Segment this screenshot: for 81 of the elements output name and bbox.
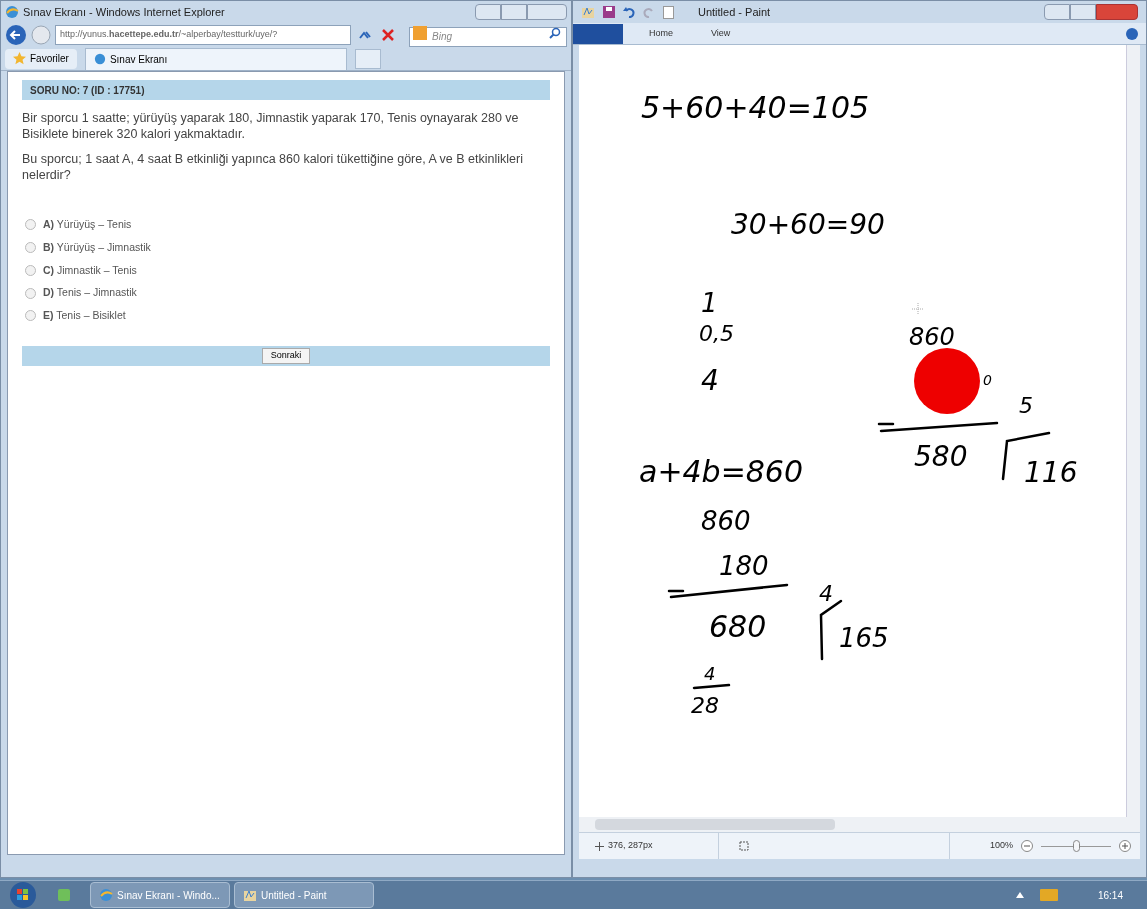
vertical-scrollbar[interactable] <box>1126 45 1140 817</box>
favorites-button[interactable]: Favoriler <box>5 48 77 69</box>
handwritten-note: a+4b=860 <box>639 457 804 487</box>
paint-logo-icon <box>581 5 595 19</box>
browser-logo-icon <box>99 888 113 902</box>
maximize-button[interactable] <box>501 4 527 20</box>
handwritten-note: 180 <box>719 553 769 579</box>
handwritten-note: 165 <box>839 625 889 651</box>
brush-blot <box>914 348 980 414</box>
browser-tab[interactable]: Sınav Ekranı <box>84 47 347 70</box>
window-title: Sınav Ekranı - Windows Internet Explorer <box>23 4 225 20</box>
option-label[interactable]: D) Tenis – Jimnastik <box>43 285 137 301</box>
address-bar[interactable]: http://yunus.hacettepe.edu.tr/~alperbay/testturk/uye/? <box>55 25 351 45</box>
option-label[interactable]: B) Yürüyüş – Jimnastik <box>43 239 151 256</box>
selection-icon <box>739 841 749 851</box>
option-label[interactable]: E) Tenis – Bisiklet <box>43 308 126 324</box>
radio-button[interactable] <box>25 264 36 276</box>
handwritten-note: 860 <box>701 508 751 534</box>
radio-button[interactable] <box>25 310 36 322</box>
minimize-button[interactable] <box>475 4 501 20</box>
browser-logo-icon <box>93 53 106 65</box>
next-button[interactable]: Sonraki <box>261 347 311 364</box>
undo-icon[interactable] <box>623 6 635 18</box>
option-label[interactable]: C) Jimnastik – Tenis <box>43 262 137 279</box>
window-title: Untitled - Paint <box>698 4 771 20</box>
minimize-button[interactable] <box>1044 4 1070 20</box>
handwritten-note: 580 <box>914 443 968 471</box>
crosshair-icon <box>595 841 604 851</box>
handwritten-note: 0,5 <box>699 323 734 345</box>
handwritten-note: 4 <box>819 583 833 605</box>
redo-icon[interactable] <box>643 6 655 18</box>
handwritten-note: 30+60=90 <box>731 211 885 239</box>
handwritten-note: 28 <box>691 695 719 717</box>
handwritten-note: 680 <box>709 612 767 642</box>
search-icon[interactable] <box>549 27 561 39</box>
new-tab-button[interactable] <box>354 48 381 69</box>
paint-menu-button[interactable] <box>573 23 623 44</box>
question-text: Bu sporcu; 1 saat A, 4 saat B etkinliği yapınca 860 kalori tükettiğine göre, A ve B etkinlikleri nelerdir? <box>22 151 524 183</box>
search-engine-icon <box>413 26 427 40</box>
search-field[interactable]: Bing <box>409 26 567 47</box>
ribbon-tab[interactable]: View <box>711 26 731 41</box>
folder-icon[interactable] <box>1039 889 1058 901</box>
caret-icon[interactable] <box>1015 892 1024 898</box>
show-desktop-icon[interactable] <box>58 889 70 901</box>
zoom-slider[interactable] <box>1041 840 1112 852</box>
radio-button[interactable] <box>25 219 36 231</box>
maximize-button[interactable] <box>1070 4 1096 20</box>
handwritten-note: 1 <box>701 290 718 316</box>
radio-button[interactable] <box>25 242 36 254</box>
option-label[interactable]: A) Yürüyüş – Tenis <box>43 217 132 233</box>
paint-logo-icon <box>243 888 257 902</box>
pen-stroke <box>692 683 731 690</box>
radio-button[interactable] <box>25 287 36 299</box>
handwritten-note: 4 <box>701 367 719 395</box>
handwritten-note: 116 <box>1024 459 1078 487</box>
zoom-in-icon[interactable] <box>1119 840 1132 852</box>
drawing-canvas[interactable]: 5+60+40=105 30+60=90 1 0,5 860 4 0 5 a+4b=860 580 116 860 180 4 680 165 4 28 <box>579 45 1126 817</box>
zoom-out-icon[interactable] <box>1021 840 1034 852</box>
crosshair-cursor-icon <box>912 303 924 315</box>
handwritten-note: 4 <box>704 665 716 683</box>
help-icon[interactable] <box>1126 27 1138 40</box>
question-text: Bir sporcu 1 saatte; yürüyüş yaparak 180, Jimnastik yaparak 170, Tenis oynayarak 280 ve Bisiklete binerek 320 kalori yakmaktadır. <box>22 110 520 142</box>
question-header: SORU NO: 7 (ID : 17751) <box>22 80 550 100</box>
handwritten-note: 0 <box>983 373 992 387</box>
handwritten-note: 5 <box>1019 395 1033 417</box>
back-icon[interactable] <box>5 24 27 46</box>
close-button[interactable] <box>1096 4 1138 20</box>
handwritten-note: 860 <box>909 325 955 349</box>
scroll-thumb[interactable] <box>595 819 835 830</box>
save-icon[interactable] <box>603 6 615 18</box>
star-icon <box>13 52 26 65</box>
document-icon[interactable] <box>663 5 674 19</box>
clock: 16:14 <box>1097 888 1123 903</box>
cursor-position: 376, 287px <box>608 839 653 853</box>
horizontal-scrollbar[interactable] <box>579 817 1140 832</box>
handwritten-note: 5+60+40=105 <box>641 93 870 123</box>
browser-logo-icon <box>5 5 19 19</box>
ribbon-tab[interactable]: Home <box>649 26 673 41</box>
start-button[interactable] <box>8 881 38 909</box>
zoom-level: 100% <box>990 839 1014 853</box>
close-button[interactable] <box>527 4 567 20</box>
